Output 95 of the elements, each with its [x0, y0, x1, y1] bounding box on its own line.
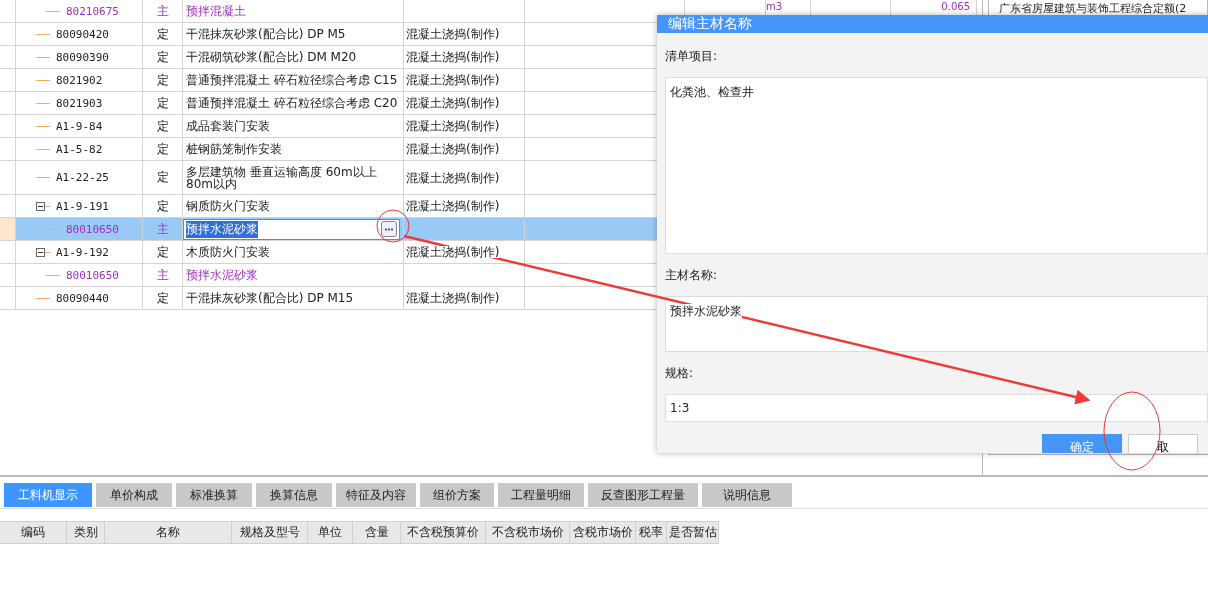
content-cell: 混凝土浇捣(制作) — [406, 74, 500, 86]
type-cell: 定 — [156, 169, 169, 186]
more-button[interactable] — [381, 221, 397, 237]
name-cell-text: 多层建筑物 垂直运输高度 60m以上80m以内 — [186, 165, 378, 190]
column-header[interactable]: 单位 — [308, 521, 353, 544]
name-cell: 木质防火门安装 — [186, 246, 270, 258]
code-cell: 80090440 — [56, 291, 109, 305]
content-cell: 混凝土浇捣(制作) — [406, 200, 500, 212]
content-cell: 混凝土浇捣(制作) — [406, 171, 500, 184]
collapse-toggle[interactable] — [36, 201, 45, 211]
cancel-button[interactable]: 取 — [1128, 434, 1198, 453]
name-cell: 钢质防火门安装 — [186, 200, 270, 212]
ellipsis-icon — [385, 227, 393, 231]
input-field[interactable]: 1:3 — [665, 394, 1208, 422]
field-label: 主材名称: — [665, 266, 719, 284]
dialog-title: 编辑主材名称 — [657, 15, 1208, 33]
tree-line — [36, 79, 50, 81]
type-cell: 定 — [156, 243, 169, 261]
cell-editor[interactable]: 预拌水泥砂浆 — [183, 218, 400, 240]
name-cell: 干混抹灰砂浆(配合比) DP M15 — [186, 292, 354, 304]
tree-line — [46, 228, 60, 230]
quantity-cell: 0.065 — [941, 1, 970, 12]
content-cell: 混凝土浇捣(制作) — [406, 97, 500, 109]
tree-line — [36, 56, 50, 58]
tree-line — [36, 148, 50, 150]
code-cell: 80010650 — [66, 222, 119, 236]
type-cell: 定 — [156, 117, 169, 135]
collapse-toggle[interactable] — [36, 247, 45, 257]
column-header[interactable]: 不含税市场价 — [486, 521, 570, 544]
tree-line — [36, 33, 50, 35]
content-cell: 混凝土浇捣(制作) — [406, 292, 500, 304]
tab[interactable]: 标准换算 — [176, 483, 252, 507]
code-cell: A1-9-191 — [56, 199, 109, 213]
tree-line — [46, 274, 60, 276]
name-cell: 成品套装门安装 — [186, 120, 270, 132]
code-cell: 80090390 — [56, 50, 109, 64]
name-cell: 预拌混凝土 — [186, 5, 246, 17]
tree-line — [36, 102, 50, 104]
column-header[interactable]: 编码 — [0, 521, 67, 544]
input-field[interactable]: 预拌水泥砂浆 — [665, 296, 1208, 352]
selected-text: 预拌水泥砂浆 — [186, 220, 258, 238]
tree-line — [36, 297, 50, 299]
code-cell: A1-9-84 — [56, 119, 103, 133]
tree-line — [36, 125, 50, 127]
column-header[interactable]: 含税市场价 — [570, 521, 636, 544]
name-cell: 干混砌筑砂浆(配合比) DM M20 — [186, 51, 357, 63]
column-header[interactable]: 名称 — [105, 521, 232, 544]
tab[interactable]: 工程量明细 — [498, 483, 584, 507]
type-cell: 主 — [156, 2, 169, 20]
content-cell: 混凝土浇捣(制作) — [406, 246, 500, 258]
code-cell: 80090420 — [56, 27, 109, 41]
type-cell: 主 — [156, 220, 169, 238]
name-cell: 普通预拌混凝土 碎石粒径综合考虑 C20 — [186, 97, 398, 109]
name-cell: 普通预拌混凝土 碎石粒径综合考虑 C15 — [186, 74, 398, 86]
code-cell: 80210675 — [66, 4, 119, 18]
field-label: 清单项目: — [665, 47, 719, 65]
content-cell: 混凝土浇捣(制作) — [406, 51, 500, 63]
code-cell: 8021902 — [56, 73, 103, 87]
tab[interactable]: 换算信息 — [256, 483, 332, 507]
type-cell: 主 — [156, 266, 169, 284]
code-cell: 80010650 — [66, 268, 119, 282]
unit-cell: m3 — [766, 1, 783, 12]
column-header[interactable]: 类别 — [67, 521, 105, 544]
column-header[interactable]: 是否暂估 — [667, 521, 719, 544]
type-cell: 定 — [156, 71, 169, 89]
input-field[interactable]: 化粪池、检查井 — [665, 77, 1208, 254]
code-cell: A1-5-82 — [56, 142, 103, 156]
content-cell: 混凝土浇捣(制作) — [406, 143, 500, 155]
tab[interactable]: 特征及内容 — [336, 483, 416, 507]
code-cell: A1-22-25 — [56, 171, 109, 184]
tab[interactable]: 说明信息 — [702, 483, 792, 507]
tree-line — [36, 177, 50, 178]
name-cell: 预拌水泥砂浆 — [186, 269, 258, 281]
name-cell: 桩钢筋笼制作安装 — [186, 143, 282, 155]
name-cell: 干混抹灰砂浆(配合比) DP M5 — [186, 28, 346, 40]
code-cell: 8021903 — [56, 96, 103, 110]
content-cell: 混凝土浇捣(制作) — [406, 28, 500, 40]
field-label: 规格: — [665, 364, 695, 382]
content-cell: 混凝土浇捣(制作) — [406, 120, 500, 132]
column-header[interactable]: 税率 — [636, 521, 667, 544]
type-cell: 定 — [156, 289, 169, 307]
column-header[interactable]: 规格及型号 — [232, 521, 308, 544]
tab[interactable]: 单价构成 — [96, 483, 172, 507]
code-cell: A1-9-192 — [56, 245, 109, 259]
type-cell: 定 — [156, 94, 169, 112]
tree-line — [46, 10, 60, 12]
type-cell: 定 — [156, 48, 169, 66]
tab[interactable]: 反查图形工程量 — [588, 483, 698, 507]
type-cell: 定 — [156, 140, 169, 158]
column-header[interactable]: 不含税预算价 — [401, 521, 486, 544]
panel-title: 广东省房屋建筑与装饰工程综合定额(2 — [999, 3, 1187, 15]
type-cell: 定 — [156, 25, 169, 43]
type-cell: 定 — [156, 197, 169, 215]
tab[interactable]: 组价方案 — [420, 483, 494, 507]
column-header[interactable]: 含量 — [353, 521, 401, 544]
